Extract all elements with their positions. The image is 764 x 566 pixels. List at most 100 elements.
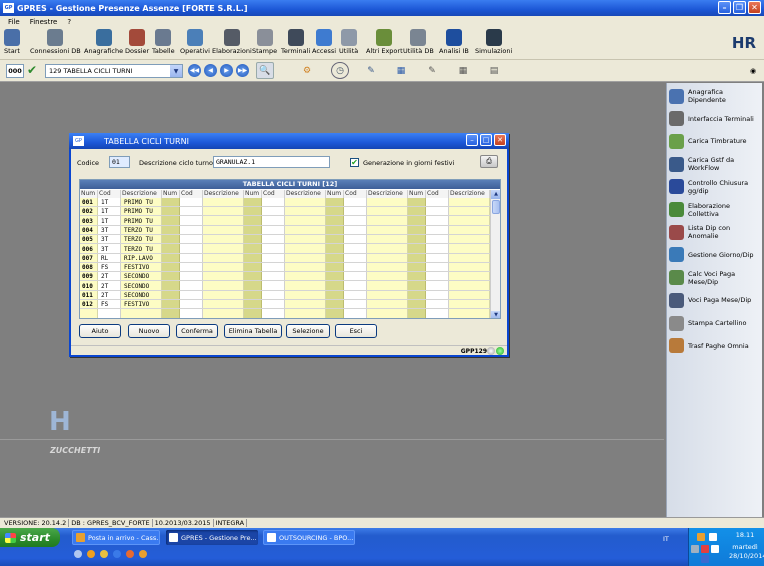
codice-input[interactable]: 01 [109,156,130,168]
table-row[interactable]: 005 3T TERZO TU [80,235,492,245]
tray-app-icon[interactable] [709,533,717,541]
panel-item-employee[interactable]: Anagrafica Dipendente [669,85,761,107]
table-row[interactable]: 004 3T TERZO TU [80,226,492,235]
table-row[interactable]: 011 2T SECONDO [80,291,492,300]
menu-help[interactable]: ? [67,18,71,26]
descrizione-input[interactable]: GRANULAZ.1 [213,156,330,168]
column-header[interactable]: Descrizione [203,190,244,198]
table-row[interactable]: 007 RL RIP.LAVO [80,254,492,263]
search-icon[interactable]: 🔍 [256,62,274,79]
quick-explorer-icon[interactable] [100,550,108,558]
panel-item-workflow[interactable]: Carica Gstf da WorkFlow [669,153,761,175]
toolbar-simulation-button[interactable]: Simulazioni [475,29,512,55]
confirm-check-icon[interactable]: ✔ [27,63,41,78]
column-header[interactable]: Descrizione [449,190,490,198]
panel-item-collective[interactable]: Elaborazione Collettiva [669,199,761,221]
prev-record-button[interactable]: ◀ [204,64,217,77]
start-button[interactable]: start [0,528,60,547]
toolbar-export-button[interactable]: Altri Export [366,29,403,55]
report-icon[interactable]: ▤ [485,62,503,79]
tray-network-icon[interactable] [691,545,699,553]
festivi-checkbox[interactable]: ✔ [350,158,359,167]
grid-scrollbar[interactable]: ▲ ▼ [490,190,500,318]
menu-file[interactable]: File [8,18,20,26]
printer-icon[interactable]: ⎙ [480,155,498,168]
language-indicator[interactable]: IT [663,535,669,543]
task-gpres[interactable]: GPRES - Gestione Pre... [166,530,258,545]
panel-item-control[interactable]: Controllo Chiusura gg/dip [669,176,761,198]
cicli-grid[interactable]: TABELLA CICLI TURNI [12] Num Cod Descrizio… [79,179,501,319]
user-tools-icon[interactable]: ⚙ [298,62,316,79]
panel-item-anomaly-list[interactable]: Lista Dip con Anomalie [669,221,761,243]
column-header[interactable]: Cod [426,190,449,198]
tray-security-icon[interactable] [701,545,709,553]
panel-item-terminal-interface[interactable]: Interfaccia Terminali [669,108,761,130]
tray-update-icon[interactable] [701,555,709,563]
dialog-minimize-button[interactable]: – [466,134,478,146]
column-header[interactable]: Cod [180,190,203,198]
scroll-thumb[interactable] [492,200,500,214]
toolbar-operations-button[interactable]: Operativi [180,29,210,55]
table-select[interactable]: 129 TABELLA CICLI TURNI ▼ [45,64,183,78]
column-header[interactable]: Descrizione [367,190,408,198]
toolbar-gear-button[interactable]: Elaborazioni [212,29,252,55]
aiuto-button[interactable]: Aiuto [79,324,121,338]
table-row[interactable]: 012 FS FESTIVO [80,300,492,310]
toolbar-people-button[interactable]: Anagrafiche [84,29,123,55]
elimina-tabella-button[interactable]: Elimina Tabella [224,324,282,338]
quick-ie-icon[interactable] [113,550,121,558]
last-record-button[interactable]: ▶▶ [236,64,249,77]
panel-item-pay-items[interactable]: Voci Paga Mese/Dip [669,289,761,311]
quick-desktop-icon[interactable] [74,550,82,558]
calculator-icon[interactable]: ▦ [454,62,472,79]
table-row[interactable]: 009 2T SECONDO [80,272,492,282]
table-row[interactable]: 002 1T PRIMO TU [80,207,492,217]
table-row[interactable]: 003 1T PRIMO TU [80,217,492,226]
scroll-up-icon[interactable]: ▲ [491,190,500,199]
toolbar-tools-button[interactable]: Utilità [339,29,358,55]
chevron-down-icon[interactable]: ▼ [170,65,182,77]
column-header[interactable]: Cod [262,190,285,198]
toolbar-analysis-button[interactable]: Analisi IB [439,29,469,55]
toolbar-terminal-button[interactable]: Terminali [281,29,310,55]
column-header[interactable]: Num [80,190,98,198]
code-box[interactable]: 000 [6,64,24,78]
quick-app-icon[interactable] [139,550,147,558]
quick-firefox-icon[interactable] [126,550,134,558]
esci-button[interactable]: Esci [335,324,377,338]
clock-icon[interactable]: ◷ [331,62,349,79]
panel-item-transfer[interactable]: Trasf Paghe Omnia [669,335,761,357]
toolbar-printer-button[interactable]: Stampe [252,29,277,55]
toolbar-database-button[interactable]: Connessioni DB [30,29,81,55]
pin-icon[interactable]: ◉ [748,62,758,79]
column-header[interactable]: Descrizione [285,190,326,198]
restore-button[interactable]: ❐ [733,1,746,14]
task-outsourcing[interactable]: OUTSOURCING - BPO... [263,530,355,545]
table-row[interactable] [80,310,492,318]
table-row[interactable]: 006 3T TERZO TU [80,245,492,254]
dialog-maximize-button[interactable]: □ [480,134,492,146]
table-row[interactable]: 010 2T SECONDO [80,282,492,291]
table-row[interactable]: 008 FS FESTIVO [80,263,492,273]
selezione-button[interactable]: Selezione [286,324,330,338]
column-header[interactable]: Cod [98,190,121,198]
panel-item-clock-load[interactable]: Carica Timbrature [669,130,761,152]
dialog-close-button[interactable]: ✕ [494,134,506,146]
panel-item-day-manage[interactable]: Gestione Giorno/Dip [669,244,761,266]
first-record-button[interactable]: ◀◀ [188,64,201,77]
task-posta[interactable]: Posta in arrivo - Cass... [72,530,160,545]
clock[interactable]: 18.11 martedì 28/10/2014 [729,531,764,561]
tray-outlook-icon[interactable] [697,533,705,541]
column-header[interactable]: Cod [344,190,367,198]
quick-outlook-icon[interactable] [87,550,95,558]
menu-finestre[interactable]: Finestre [30,18,58,26]
calendar-icon[interactable]: ▦ [392,62,410,79]
column-header[interactable]: Num [244,190,262,198]
scroll-down-icon[interactable]: ▼ [491,311,500,318]
nuovo-button[interactable]: Nuovo [128,324,170,338]
toolbar-dossier-button[interactable]: Dossier [125,29,149,55]
close-button[interactable]: ✕ [748,1,761,14]
column-header[interactable]: Num [162,190,180,198]
toolbar-home-button[interactable]: Start [4,29,20,55]
tray-volume-icon[interactable] [711,545,719,553]
